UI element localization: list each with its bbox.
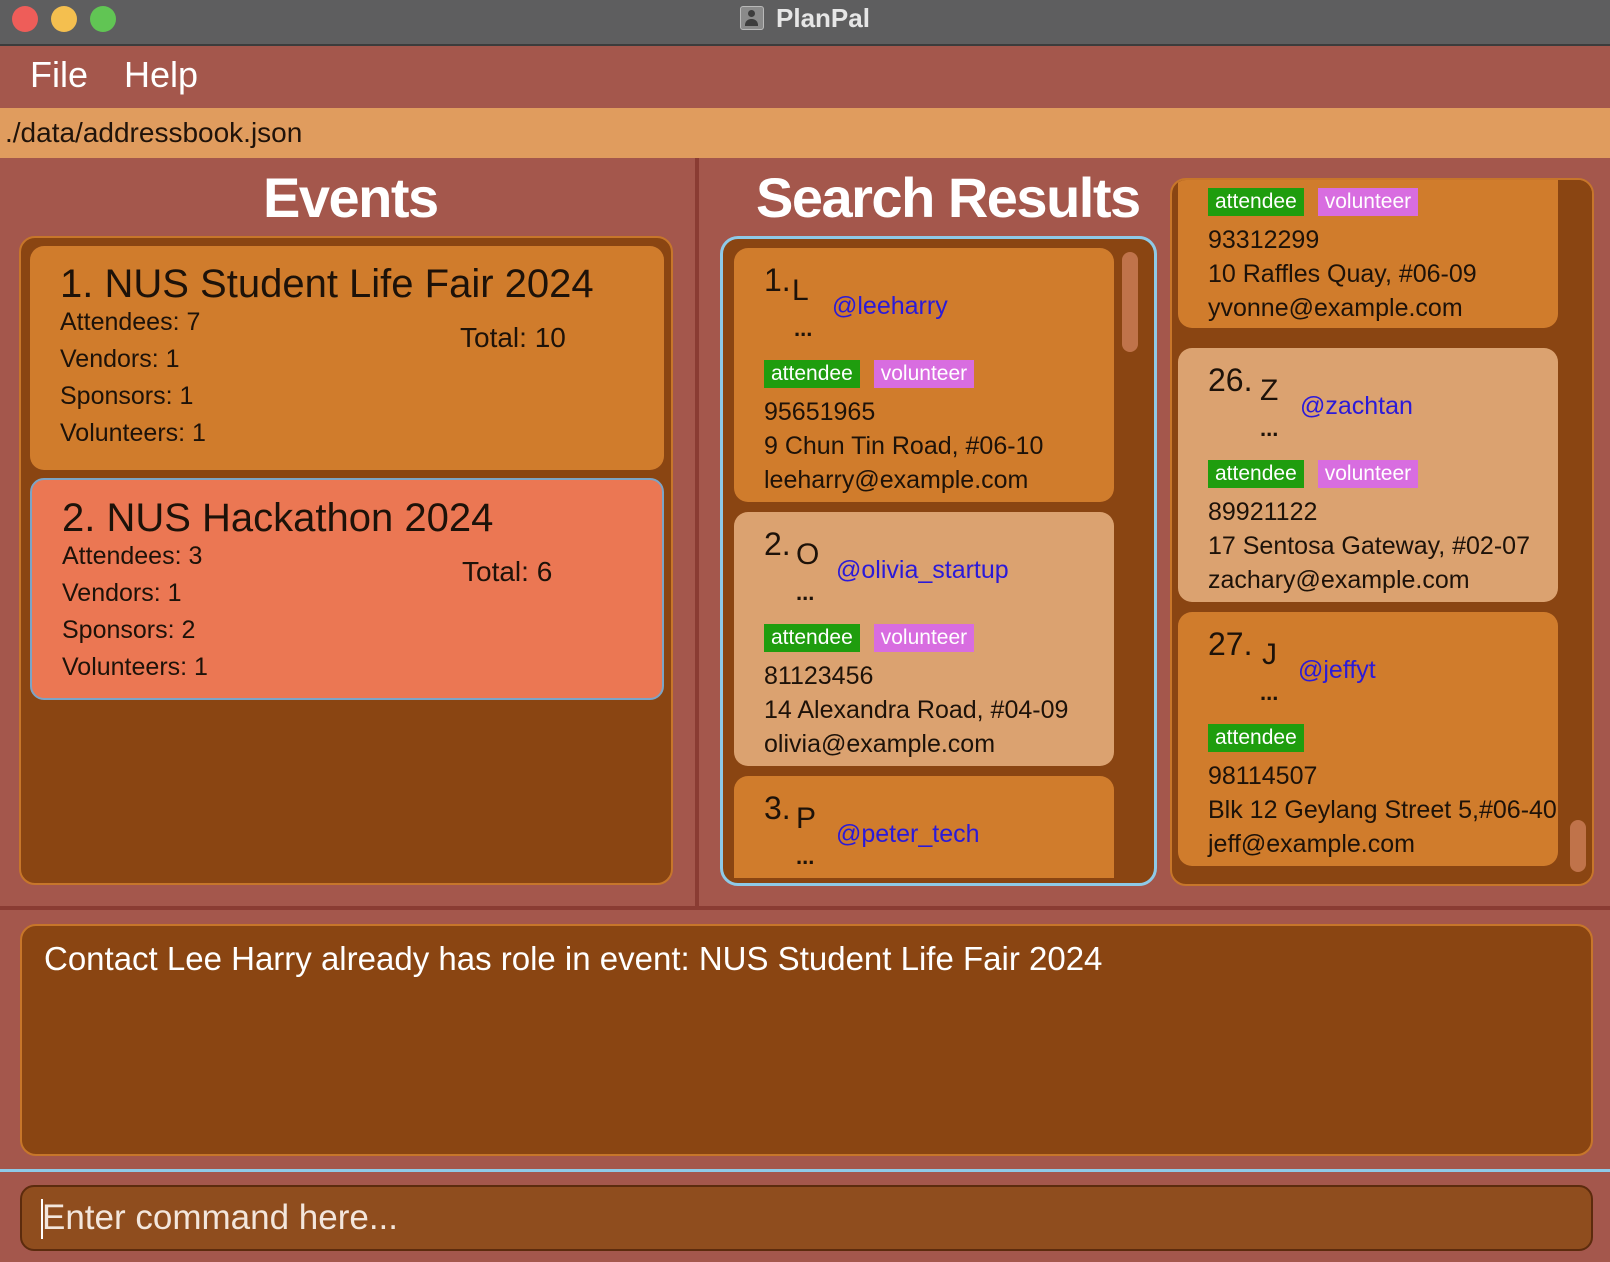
command-input[interactable]: [42, 1193, 1542, 1243]
app-icon: [740, 6, 764, 30]
scrollbar-thumb[interactable]: [1122, 252, 1138, 352]
person-index: 1.: [764, 262, 791, 298]
person-email: leeharry@example.com: [764, 466, 1029, 494]
event-vendors: Vendors: 1: [62, 579, 182, 607]
event-card[interactable]: 1. NUS Student Life Fair 2024 Attendees:…: [30, 246, 664, 470]
person-name: P: [796, 802, 817, 835]
scrollbar-thumb[interactable]: [1570, 820, 1586, 872]
person-phone: 95651965: [764, 398, 876, 426]
person-address: 10 Raffles Quay, #06-09: [1208, 260, 1477, 288]
title-bar: PlanPal: [0, 0, 1610, 46]
tag-attendee: attendee: [764, 624, 860, 652]
event-name: 1. NUS Student Life Fair 2024: [60, 262, 594, 306]
person-card[interactable]: 27. J ... @jeffyt attendee 98114507 Blk …: [1178, 612, 1558, 866]
window-title-group: PlanPal: [740, 2, 870, 34]
person-handle[interactable]: @zachtan: [1300, 392, 1413, 421]
event-attendees: Attendees: 7: [60, 308, 201, 336]
name-truncation-ellipsis: ...: [794, 316, 813, 341]
menu-help[interactable]: Help: [124, 54, 198, 96]
event-attendees: Attendees: 3: [62, 542, 203, 570]
result-display: Contact Lee Harry already has role in ev…: [20, 924, 1593, 1156]
menu-bar: File Help: [0, 46, 1610, 108]
person-phone: 89921122: [1208, 498, 1318, 526]
person-handle[interactable]: @olivia_startup: [836, 556, 1009, 585]
person-card[interactable]: 26. Z ... @zachtan attendee volunteer 89…: [1178, 348, 1558, 602]
tag-list: attendee volunteer: [764, 624, 975, 652]
tag-volunteer: volunteer: [873, 624, 975, 652]
person-email: olivia@example.com: [764, 730, 996, 758]
person-email: zachary@example.com: [1208, 566, 1470, 594]
person-index: 26.: [1208, 362, 1253, 398]
person-name: O: [796, 538, 820, 571]
person-email: yvonne@example.com: [1208, 294, 1463, 322]
search-results-viewport: 1. L ... @leeharry attendee volunteer 95…: [734, 248, 1114, 878]
name-truncation-ellipsis: ...: [1260, 680, 1279, 705]
person-index: 27.: [1208, 626, 1253, 662]
event-volunteers: Volunteers: 1: [60, 419, 206, 447]
person-phone: 81123456: [764, 662, 874, 690]
event-sponsors: Sponsors: 2: [62, 616, 196, 644]
person-card[interactable]: attendee volunteer 93312299 10 Raffles Q…: [1178, 180, 1558, 328]
status-bar: ./data/addressbook.json: [0, 108, 1610, 158]
tag-attendee: attendee: [1208, 724, 1304, 752]
person-index: 2.: [764, 526, 791, 562]
person-email: jeff@example.com: [1208, 830, 1415, 858]
event-vendors: Vendors: 1: [60, 345, 180, 373]
contacts-list[interactable]: attendee volunteer 93312299 10 Raffles Q…: [1170, 178, 1594, 886]
name-truncation-ellipsis: ...: [1260, 416, 1279, 441]
name-truncation-ellipsis: ...: [796, 580, 815, 605]
person-name: J: [1262, 638, 1277, 671]
tag-list: attendee: [1208, 724, 1304, 752]
person-address: 17 Sentosa Gateway, #02-07: [1208, 532, 1530, 560]
data-file-path: ./data/addressbook.json: [5, 117, 303, 148]
tag-volunteer: volunteer: [1317, 188, 1419, 216]
person-handle[interactable]: @peter_tech: [836, 820, 980, 849]
tag-list: attendee volunteer: [1208, 460, 1419, 488]
tag-list: attendee volunteer: [1208, 188, 1419, 216]
person-name: Z: [1260, 374, 1279, 407]
event-sponsors: Sponsors: 1: [60, 382, 194, 410]
person-handle[interactable]: @jeffyt: [1298, 656, 1376, 685]
search-results-heading: Search Results: [756, 166, 1141, 229]
events-heading: Events: [263, 166, 439, 229]
tag-attendee: attendee: [1208, 460, 1304, 488]
event-total: Total: 10: [460, 322, 566, 353]
menu-file[interactable]: File: [30, 54, 88, 96]
panel-divider[interactable]: [695, 158, 699, 908]
event-total: Total: 6: [462, 556, 553, 587]
tag-volunteer: volunteer: [1317, 460, 1419, 488]
contacts-scrollbar[interactable]: [1564, 180, 1592, 884]
minimize-window-button[interactable]: [51, 6, 77, 32]
person-address: 9 Chun Tin Road, #06-10: [764, 432, 1044, 460]
person-index: 3.: [764, 790, 791, 826]
result-divider[interactable]: [0, 906, 1610, 910]
event-card-selected[interactable]: 2. NUS Hackathon 2024 Attendees: 3 Vendo…: [30, 478, 664, 700]
search-results-list[interactable]: 1. L ... @leeharry attendee volunteer 95…: [720, 236, 1157, 886]
tag-attendee: attendee: [764, 360, 860, 388]
person-handle[interactable]: @leeharry: [832, 292, 948, 321]
result-message: Contact Lee Harry already has role in ev…: [44, 940, 1103, 977]
window-title: PlanPal: [776, 2, 870, 33]
tag-volunteer: volunteer: [873, 360, 975, 388]
tag-attendee: attendee: [1208, 188, 1304, 216]
person-phone: 98114507: [1208, 762, 1318, 790]
person-address: Blk 12 Geylang Street 5,#06-40: [1208, 796, 1557, 824]
event-name: 2. NUS Hackathon 2024: [62, 496, 494, 540]
command-box-separator: [0, 1169, 1610, 1172]
events-list[interactable]: 1. NUS Student Life Fair 2024 Attendees:…: [19, 236, 673, 885]
contacts-viewport: attendee volunteer 93312299 10 Raffles Q…: [1178, 180, 1558, 884]
maximize-window-button[interactable]: [90, 6, 116, 32]
person-card[interactable]: 3. P ... @peter_tech: [734, 776, 1114, 878]
person-address: 14 Alexandra Road, #04-09: [764, 696, 1069, 724]
person-name: L: [792, 274, 809, 307]
command-box[interactable]: [20, 1185, 1593, 1251]
tag-list: attendee volunteer: [764, 360, 975, 388]
event-volunteers: Volunteers: 1: [62, 653, 208, 681]
close-window-button[interactable]: [12, 6, 38, 32]
person-card[interactable]: 1. L ... @leeharry attendee volunteer 95…: [734, 248, 1114, 502]
name-truncation-ellipsis: ...: [796, 844, 815, 869]
person-phone: 93312299: [1208, 226, 1320, 254]
person-card[interactable]: 2. O ... @olivia_startup attendee volunt…: [734, 512, 1114, 766]
search-results-scrollbar[interactable]: [1116, 248, 1144, 878]
